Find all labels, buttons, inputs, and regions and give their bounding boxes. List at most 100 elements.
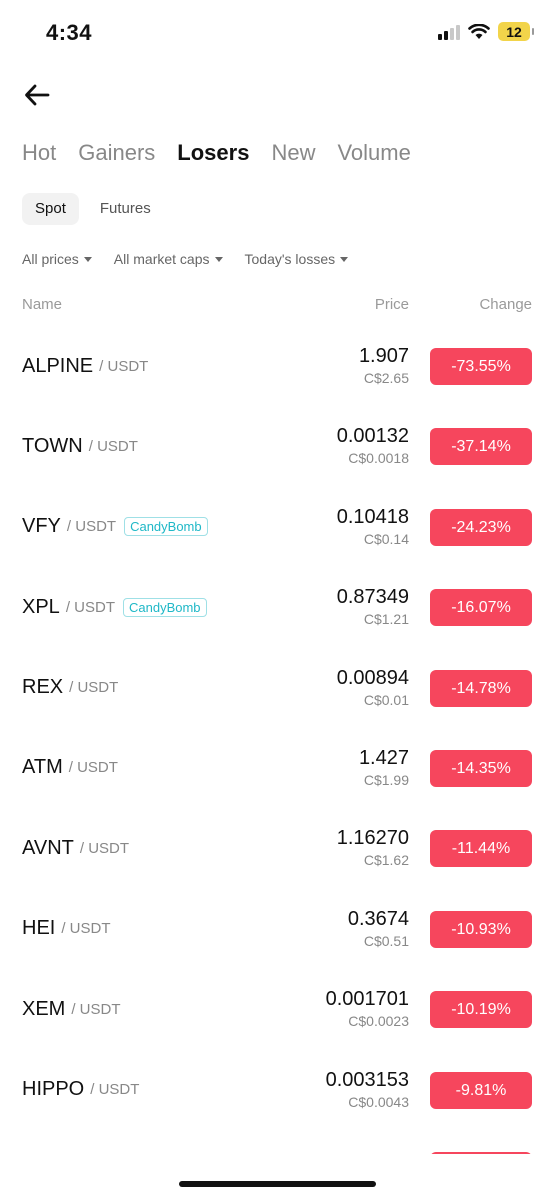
caret-down-icon — [214, 256, 223, 262]
filter-market-caps-dropdown[interactable]: All market caps — [114, 251, 223, 267]
change-badge[interactable]: -10.19% — [430, 991, 532, 1029]
status-icons: 12 — [438, 22, 534, 41]
change-badge[interactable]: -16.07% — [430, 589, 532, 627]
arrow-left-icon — [25, 84, 50, 106]
quote-symbol: / USDT — [61, 920, 111, 938]
quote-symbol: / USDT — [99, 357, 149, 375]
quote-symbol: / USDT — [66, 518, 117, 536]
back-button[interactable] — [22, 80, 52, 110]
quote-symbol: / USDT — [79, 839, 130, 857]
change-badge[interactable]: -24.23% — [430, 508, 532, 546]
list-item[interactable]: HEI / USDT 0.3674 C$0.51 -10.93% — [0, 889, 554, 969]
tab-gainers[interactable]: Gainers — [78, 138, 155, 168]
pair-name: AVNT / USDT — [22, 808, 129, 888]
pair-name: VFY / USDT CandyBomb — [22, 487, 208, 567]
base-symbol: TOWN — [22, 434, 83, 457]
tab-new[interactable]: New — [271, 138, 315, 168]
list-item[interactable]: REX / USDT 0.00894 C$0.01 -14.78% — [0, 648, 554, 728]
quote-symbol: / USDT — [69, 679, 119, 697]
filter-prices-dropdown[interactable]: All prices — [22, 251, 92, 267]
fiat-price: C$0.0018 — [348, 450, 409, 467]
last-price: 1.907 — [358, 345, 409, 367]
filter-label: Today's losses — [244, 251, 336, 267]
base-symbol: XEM — [22, 997, 66, 1020]
status-bar: 4:34 12 — [0, 0, 554, 66]
last-price: 0.10418 — [336, 505, 409, 528]
last-price: 1.427 — [358, 746, 409, 769]
price-block: 0.3674 C$0.51 — [348, 907, 409, 951]
price-block: 1.427 C$1.99 — [359, 746, 409, 790]
change-badge[interactable]: -73.55% — [430, 348, 532, 385]
base-symbol: VFY — [22, 515, 61, 538]
last-price: 0.00132 — [336, 425, 409, 448]
pair-name: HIPPO / USDT — [22, 1050, 139, 1130]
filter-bar: All prices All market caps Today's losse… — [22, 251, 349, 267]
change-badge[interactable]: -37.14% — [430, 428, 532, 466]
last-price: 1.16270 — [336, 827, 409, 850]
list-item[interactable]: AVNT / USDT 1.16270 C$1.62 -11.44% — [0, 808, 554, 888]
fiat-price: C$0.0043 — [348, 1093, 409, 1110]
change-badge[interactable]: -14.35% — [430, 749, 532, 787]
column-price-header[interactable]: Price — [375, 296, 409, 313]
list-item[interactable]: XPL / USDT CandyBomb 0.87349 C$1.21 -16.… — [0, 567, 554, 647]
pair-name: HEI / USDT — [22, 889, 111, 969]
list-item[interactable]: ALPINE / USDT 1.907 C$2.65 -73.55% — [0, 326, 554, 406]
price-block: 0.001701 C$0.0023 — [326, 987, 409, 1031]
base-symbol: XPL — [22, 595, 60, 618]
last-price: 0.003153 — [325, 1068, 409, 1091]
battery-icon: 12 — [498, 22, 534, 41]
base-symbol: ATM — [22, 756, 63, 779]
pair-name: TOWN / USDT — [22, 406, 138, 486]
bottom-safe-area — [0, 1154, 554, 1200]
price-block: 0.00132 C$0.0018 — [337, 424, 409, 468]
column-change-header[interactable]: Change — [479, 296, 532, 313]
base-symbol: HEI — [22, 917, 56, 940]
wifi-icon — [468, 23, 490, 39]
price-block: 0.10418 C$0.14 — [337, 505, 409, 549]
filter-losses-dropdown[interactable]: Today's losses — [245, 251, 349, 267]
quote-symbol: / USDT — [88, 437, 138, 455]
base-symbol: AVNT — [22, 836, 74, 859]
price-block: 0.003153 C$0.0043 — [326, 1068, 409, 1112]
quote-symbol: / USDT — [68, 759, 118, 777]
caret-down-icon — [83, 256, 92, 262]
tab-losers[interactable]: Losers — [177, 138, 249, 168]
price-block: 1.16270 C$1.62 — [337, 826, 409, 870]
segment-futures[interactable]: Futures — [87, 193, 164, 225]
change-badge[interactable]: -10.93% — [430, 910, 532, 948]
last-price: 0.3674 — [347, 907, 409, 930]
list-item[interactable]: VFY / USDT CandyBomb 0.10418 C$0.14 -24.… — [0, 487, 554, 567]
losers-list: ALPINE / USDT 1.907 C$2.65 -73.55% TOWN … — [0, 326, 554, 1130]
candybomb-tag[interactable]: CandyBomb — [124, 517, 208, 537]
list-item[interactable]: HIPPO / USDT 0.003153 C$0.0043 -9.81% — [0, 1050, 554, 1130]
price-block: 0.87349 C$1.21 — [337, 585, 409, 629]
column-headers: Name Price Change — [22, 296, 532, 316]
quote-symbol: / USDT — [65, 598, 115, 616]
list-item[interactable]: ATM / USDT 1.427 C$1.99 -14.35% — [0, 728, 554, 808]
quote-symbol: / USDT — [90, 1081, 140, 1099]
home-indicator[interactable] — [179, 1181, 376, 1187]
column-name-header[interactable]: Name — [22, 296, 62, 313]
change-badge[interactable]: -9.81% — [430, 1071, 532, 1109]
candybomb-tag[interactable]: CandyBomb — [122, 597, 207, 617]
list-item[interactable]: XEM / USDT 0.001701 C$0.0023 -10.19% — [0, 969, 554, 1049]
segment-spot[interactable]: Spot — [22, 193, 79, 225]
pair-name: REX / USDT — [22, 648, 118, 728]
list-item[interactable]: TOWN / USDT 0.00132 C$0.0018 -37.14% — [0, 406, 554, 486]
last-price: 0.87349 — [336, 586, 409, 609]
last-price: 0.001701 — [325, 988, 409, 1011]
change-badge[interactable]: -14.78% — [430, 669, 532, 707]
base-symbol: HIPPO — [22, 1078, 85, 1101]
filter-label: All market caps — [113, 251, 210, 267]
fiat-price: C$1.62 — [363, 852, 409, 869]
tab-volume[interactable]: Volume — [337, 138, 410, 168]
status-time: 4:34 — [46, 20, 93, 45]
filter-label: All prices — [22, 251, 79, 267]
tab-hot[interactable]: Hot — [22, 138, 56, 168]
cellular-signal-icon — [438, 24, 460, 40]
fiat-price: C$0.14 — [363, 530, 409, 547]
market-segment-control: Spot Futures — [22, 193, 164, 225]
category-tabs: Hot Gainers Losers New Volume — [22, 138, 411, 168]
change-badge[interactable]: -11.44% — [430, 830, 532, 868]
pair-name: XPL / USDT CandyBomb — [22, 567, 207, 647]
